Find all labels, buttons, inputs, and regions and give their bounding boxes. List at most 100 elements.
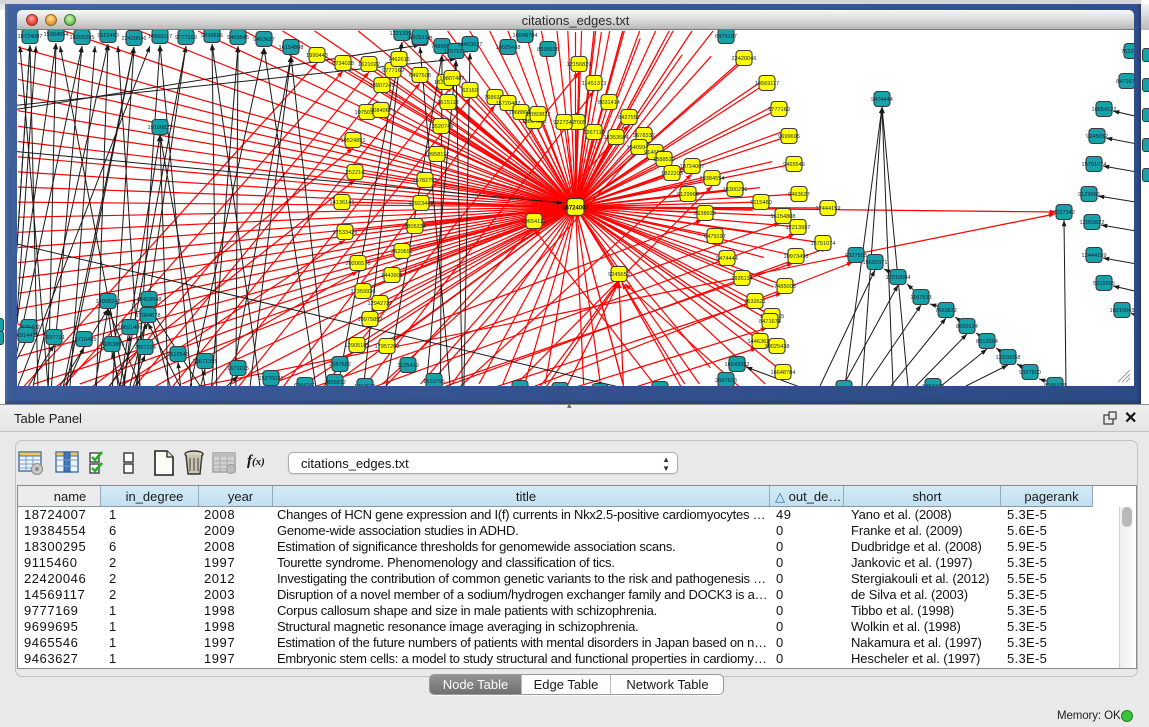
svg-text:7663822: 7663822 <box>935 308 957 314</box>
svg-text:10654122: 10654122 <box>522 219 547 225</box>
svg-text:9463627: 9463627 <box>788 192 810 198</box>
svg-text:8938928: 8938928 <box>694 211 716 217</box>
svg-text:3678332: 3678332 <box>633 133 655 139</box>
svg-text:12444159: 12444159 <box>816 206 841 212</box>
svg-text:17004678: 17004678 <box>136 313 161 319</box>
svg-text:14569117: 14569117 <box>148 34 172 40</box>
svg-text:16782759: 16782759 <box>413 178 438 184</box>
svg-text:7462616: 7462616 <box>388 57 410 63</box>
svg-text:16648784: 16648784 <box>771 370 796 376</box>
svg-text:10210643: 10210643 <box>1110 308 1134 314</box>
svg-text:6497508: 6497508 <box>409 73 431 79</box>
svg-text:17957263: 17957263 <box>375 344 400 350</box>
svg-text:6966160: 6966160 <box>294 383 316 386</box>
svg-text:12093822: 12093822 <box>1080 220 1105 226</box>
svg-text:15409948: 15409948 <box>137 297 162 303</box>
svg-text:18300295: 18300295 <box>70 35 95 41</box>
svg-text:1588520: 1588520 <box>653 157 675 163</box>
svg-text:7955812: 7955812 <box>324 380 346 386</box>
svg-text:15276021: 15276021 <box>259 376 284 382</box>
svg-text:252214: 252214 <box>346 170 365 176</box>
svg-text:9465546: 9465546 <box>227 35 249 41</box>
svg-text:12444159: 12444159 <box>1082 253 1107 259</box>
svg-text:8186328: 8186328 <box>1044 383 1066 386</box>
svg-text:16154808: 16154808 <box>771 214 796 220</box>
svg-text:19524851: 19524851 <box>341 138 366 144</box>
svg-text:9115460: 9115460 <box>97 33 118 39</box>
svg-text:14569117: 14569117 <box>755 81 779 87</box>
svg-text:12213957: 12213957 <box>786 225 811 231</box>
svg-text:19384554: 19384554 <box>700 176 725 182</box>
svg-text:1990443: 1990443 <box>306 53 328 59</box>
svg-text:16648784: 16648784 <box>513 33 538 39</box>
svg-text:1125419: 1125419 <box>397 363 418 369</box>
svg-text:12156829: 12156829 <box>567 62 592 68</box>
svg-text:6479197: 6479197 <box>704 234 726 240</box>
svg-text:9474444: 9474444 <box>716 256 738 262</box>
svg-text:9699695: 9699695 <box>778 134 800 140</box>
svg-text:17359936: 17359936 <box>351 289 376 295</box>
svg-text:17010504: 17010504 <box>886 275 911 281</box>
svg-text:9699695: 9699695 <box>201 33 223 39</box>
svg-text:10958117: 10958117 <box>425 152 449 158</box>
svg-text:18300295: 18300295 <box>723 187 748 193</box>
svg-text:62160: 62160 <box>462 88 478 94</box>
svg-text:19384554: 19384554 <box>44 32 69 38</box>
svg-text:16154808: 16154808 <box>279 45 304 51</box>
svg-text:10654122: 10654122 <box>1092 107 1117 113</box>
svg-text:1443901: 1443901 <box>381 273 403 279</box>
svg-text:9327500: 9327500 <box>1019 370 1041 376</box>
svg-text:1615112: 1615112 <box>437 100 458 106</box>
svg-text:18724007: 18724007 <box>562 206 589 212</box>
svg-text:9777169: 9777169 <box>768 107 790 113</box>
svg-text:8427552: 8427552 <box>618 115 640 121</box>
svg-text:6479197: 6479197 <box>715 34 737 40</box>
svg-text:15751074: 15751074 <box>1082 162 1107 168</box>
svg-text:14136141: 14136141 <box>330 200 355 206</box>
svg-text:1671915: 1671915 <box>227 366 249 372</box>
svg-text:9227342: 9227342 <box>553 120 575 126</box>
svg-text:15692971: 15692971 <box>863 260 888 266</box>
svg-text:22420046: 22420046 <box>732 56 757 62</box>
svg-text:13520746: 13520746 <box>429 124 454 130</box>
svg-text:1167533: 1167533 <box>910 295 931 301</box>
svg-text:10025438: 10025438 <box>496 45 521 51</box>
svg-text:13716485: 13716485 <box>72 337 97 343</box>
svg-text:2667608: 2667608 <box>715 378 737 384</box>
svg-text:7857224: 7857224 <box>134 345 156 351</box>
svg-text:9777169: 9777169 <box>175 35 197 41</box>
svg-text:6734028: 6734028 <box>332 61 354 67</box>
svg-text:14998242: 14998242 <box>96 299 121 305</box>
svg-text:10671355: 10671355 <box>193 359 218 365</box>
svg-text:13640910: 13640910 <box>17 320 18 326</box>
svg-text:9474444: 9474444 <box>871 97 893 103</box>
svg-text:2087682: 2087682 <box>329 362 351 368</box>
svg-text:20691406: 20691406 <box>118 325 143 331</box>
svg-text:16543382: 16543382 <box>725 362 750 368</box>
svg-text:10975857: 10975857 <box>358 317 383 323</box>
svg-text:14463627: 14463627 <box>458 42 483 48</box>
svg-text:13226058: 13226058 <box>996 355 1021 361</box>
svg-text:10807487: 10807487 <box>440 76 465 82</box>
svg-text:16053809: 16053809 <box>100 342 125 348</box>
svg-text:11451373: 11451373 <box>582 81 606 87</box>
svg-text:1610755: 1610755 <box>423 379 445 385</box>
svg-text:18724007: 18724007 <box>680 164 705 170</box>
svg-text:8031414: 8031414 <box>598 100 620 106</box>
svg-text:9245652: 9245652 <box>608 272 630 278</box>
svg-text:7632621: 7632621 <box>1121 49 1134 55</box>
svg-text:9657791: 9657791 <box>43 335 65 341</box>
svg-text:18724007: 18724007 <box>18 34 43 40</box>
svg-text:1621022: 1621022 <box>358 62 380 68</box>
svg-text:16914479: 16914479 <box>17 333 38 339</box>
svg-text:7515546: 7515546 <box>167 352 189 358</box>
svg-text:2935114: 2935114 <box>409 35 430 41</box>
svg-text:2805334: 2805334 <box>404 224 426 230</box>
svg-text:9129966: 9129966 <box>677 192 699 198</box>
svg-text:8912954: 8912954 <box>976 339 998 345</box>
svg-text:20206576: 20206576 <box>346 261 371 267</box>
svg-text:9129966: 9129966 <box>1078 192 1100 198</box>
svg-text:2620651: 2620651 <box>391 249 413 255</box>
svg-text:17533426: 17533426 <box>333 230 358 236</box>
svg-text:5215955: 5215955 <box>1093 281 1115 287</box>
